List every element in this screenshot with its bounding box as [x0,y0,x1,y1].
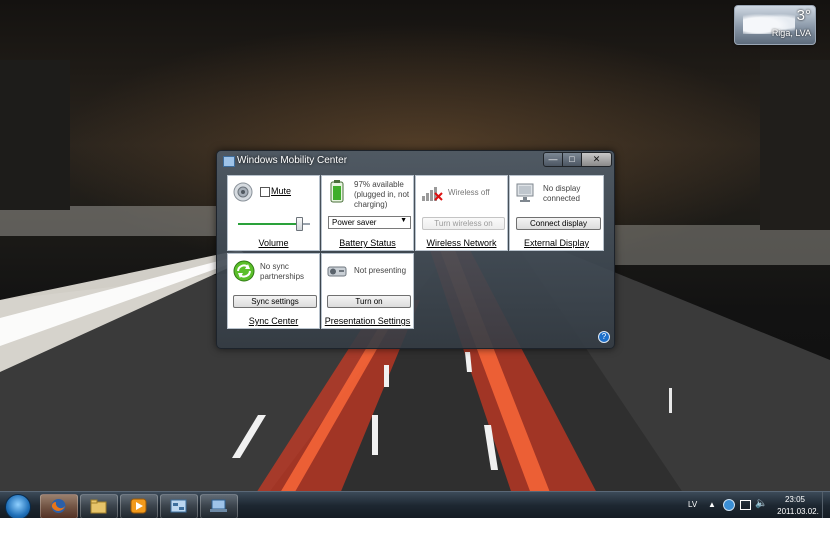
external-display-tile: No display connected Connect display Ext… [509,175,604,251]
volume-slider-track[interactable] [238,217,310,231]
show-desktop-button[interactable] [822,492,830,519]
presentation-status: Not presenting [354,266,407,275]
sync-status: No sync partnerships [260,262,305,281]
sync-settings-button[interactable]: Sync settings [233,295,317,308]
volume-slider-thumb[interactable] [296,217,303,231]
connect-display-button[interactable]: Connect display [516,217,601,230]
clock-date[interactable]: 2011.03.02. [773,507,823,516]
presentation-settings-label[interactable]: Presentation Settings [322,316,413,326]
volume-tray-icon[interactable]: 🔈 [755,498,767,509]
wireless-status: Wireless off [448,188,490,197]
firefox-icon [51,499,66,513]
dropdown-arrow-icon: ▼ [400,217,407,224]
weather-city: Riga, LVA [771,28,811,38]
start-button[interactable] [5,494,31,520]
battery-tile: 97% available (plugged in, not charging)… [321,175,414,251]
mute-label: Mute [271,186,292,196]
bottom-white-strip [0,518,830,536]
input-language-indicator[interactable]: LV [688,500,697,509]
sync-tray-icon[interactable] [723,499,735,511]
turn-wireless-on-button[interactable]: Turn wireless on [422,217,505,230]
close-button[interactable]: ✕ [581,152,612,167]
show-hidden-icons-arrow[interactable]: ▲ [708,500,716,509]
speaker-icon [233,182,253,202]
presentation-settings-tile: Not presenting Turn on Presentation Sett… [321,253,414,329]
battery-status-label[interactable]: Battery Status [322,238,413,248]
mute-checkbox[interactable] [260,187,270,197]
wireless-network-label[interactable]: Wireless Network [416,238,507,248]
wireless-signal-off-icon [422,187,443,201]
control-panel-icon [170,499,187,513]
weather-temperature: 3° [796,7,811,24]
maximize-button[interactable]: □ [562,152,582,167]
help-icon[interactable]: ? [598,331,610,343]
media-player-icon [130,498,147,514]
taskbar-mobility-center-button[interactable] [200,494,238,519]
sync-center-tile: No sync partnerships Sync settings Sync … [227,253,320,329]
mobility-center-window[interactable]: Windows Mobility Center — □ ✕ Mute Volum… [216,150,615,349]
projector-icon [327,266,347,277]
clock-time[interactable]: 23:05 [775,495,815,504]
taskbar-explorer-button[interactable] [80,494,118,519]
power-plan-value: Power saver [332,218,377,227]
sync-center-label[interactable]: Sync Center [228,316,319,326]
monitor-icon [516,183,534,202]
external-display-label[interactable]: External Display [510,238,603,248]
taskbar: LV ▲ 🔈 23:05 2011.03.02. [0,491,830,520]
wireless-tile: Wireless off Turn wireless on Wireless N… [415,175,508,251]
turn-on-presentation-button[interactable]: Turn on [327,295,411,308]
mobility-center-icon [223,156,235,167]
window-title: Windows Mobility Center [237,155,348,166]
battery-status: 97% available (plugged in, not charging) [354,180,410,209]
taskbar-firefox-button[interactable] [40,494,78,519]
weather-gadget[interactable]: 3° Riga, LVA [734,5,816,45]
volume-tile: Mute Volume [227,175,320,251]
display-status: No display connected [543,184,581,203]
mobility-center-taskbar-icon [210,499,227,512]
window-titlebar[interactable]: Windows Mobility Center — □ ✕ [217,151,614,171]
taskbar-media-player-button[interactable] [120,494,158,519]
folder-icon [90,499,107,514]
network-tray-icon[interactable] [740,500,751,510]
taskbar-control-panel-button[interactable] [160,494,198,519]
minimize-button[interactable]: — [543,152,563,167]
volume-label[interactable]: Volume [228,238,319,248]
volume-level-fill [238,223,299,225]
battery-icon [330,180,344,203]
sync-icon [233,260,255,282]
power-plan-dropdown[interactable]: Power saver ▼ [328,216,411,229]
